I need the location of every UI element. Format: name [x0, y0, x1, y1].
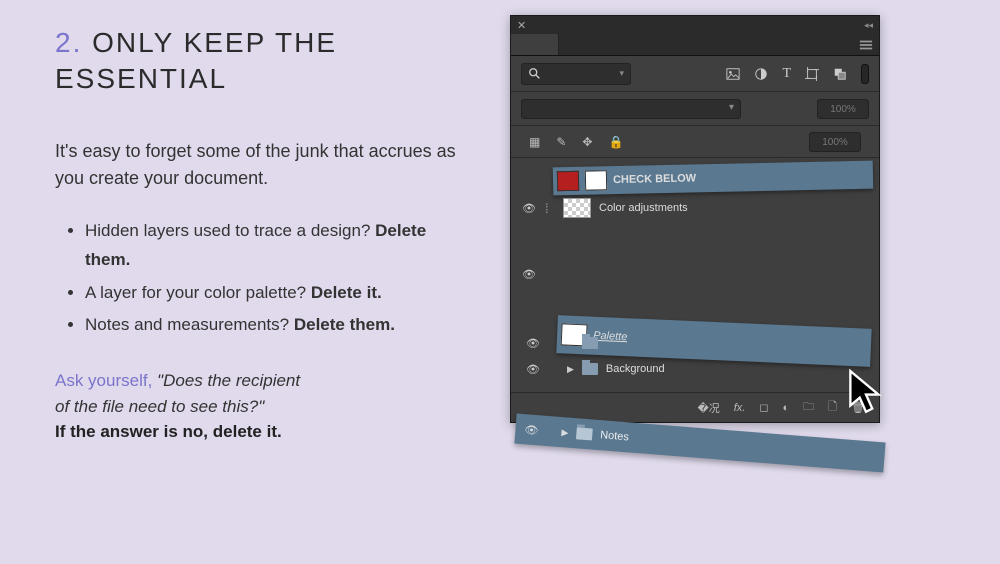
- expand-arrow-icon[interactable]: ▶: [567, 364, 574, 375]
- title-text: ONLY KEEP THE ESSENTIAL: [55, 27, 337, 94]
- adjustment-icon[interactable]: [754, 67, 768, 81]
- toolbar-row-2: 100%: [511, 92, 879, 126]
- layer-name: Notes: [600, 429, 630, 443]
- visibility-icon[interactable]: 👁: [521, 268, 537, 281]
- panel-tabs: [511, 34, 879, 56]
- smartobject-icon[interactable]: [833, 67, 847, 81]
- layer-color-swatch: [557, 171, 579, 191]
- panel-tab[interactable]: [511, 34, 559, 55]
- adjustment-layer-icon[interactable]: ◐: [783, 402, 790, 414]
- bullet-item: A layer for your color palette? Delete i…: [85, 279, 475, 308]
- visibility-icon[interactable]: 👁: [525, 363, 541, 376]
- visibility-icon[interactable]: 👁: [521, 202, 537, 215]
- ask-label: Ask yourself,: [55, 371, 157, 390]
- layer-search[interactable]: ▾: [521, 63, 631, 85]
- layer-mask-icon[interactable]: ◻: [759, 401, 768, 414]
- new-layer-icon[interactable]: 🗋: [828, 398, 837, 417]
- folder-icon: [576, 427, 593, 440]
- type-icon[interactable]: T: [782, 66, 791, 82]
- opacity-field[interactable]: 100%: [817, 99, 869, 119]
- bullet-item: Notes and measurements? Delete them.: [85, 311, 475, 340]
- fill-field[interactable]: 100%: [809, 132, 861, 152]
- toolbar-row-1: ▾ T: [511, 56, 879, 92]
- ask-answer: If the answer is no, delete it.: [55, 422, 282, 441]
- lock-all-icon[interactable]: 🔒: [608, 135, 623, 149]
- ask-block: Ask yourself, "Does the recipient of the…: [55, 368, 475, 445]
- visibility-icon[interactable]: 👁: [525, 337, 541, 350]
- crop-icon[interactable]: [805, 67, 819, 81]
- image-icon[interactable]: [726, 67, 740, 81]
- visibility-icon[interactable]: 👁: [523, 423, 540, 437]
- bullet-list: Hidden layers used to trace a design? De…: [55, 217, 475, 341]
- layer-name: Background: [606, 363, 665, 375]
- lock-brush-icon[interactable]: ✎: [556, 135, 566, 149]
- layer-list: CHECK BELOW 👁 ⁞ Color adjustments 👁 Pale…: [511, 158, 879, 392]
- layer-name: Palette: [593, 330, 628, 343]
- new-group-icon[interactable]: 🗀: [803, 398, 814, 417]
- panel-menu-icon[interactable]: ◂◂: [864, 20, 873, 31]
- layer-effects-icon[interactable]: fx.: [734, 402, 746, 414]
- layer-row-coloradj[interactable]: 👁 ⁞ Color adjustments: [521, 194, 869, 222]
- panel-options-icon[interactable]: [859, 38, 873, 52]
- title-number: 2.: [55, 27, 82, 58]
- folder-icon: [582, 337, 598, 349]
- lock-transparent-icon[interactable]: ▦: [529, 135, 540, 149]
- color-swatch[interactable]: [861, 64, 869, 84]
- lock-move-icon[interactable]: ✥: [582, 135, 592, 149]
- intro-paragraph: It's easy to forget some of the junk tha…: [55, 138, 475, 192]
- link-icon: ⁞: [545, 201, 555, 216]
- slide-title: 2. ONLY KEEP THE ESSENTIAL: [55, 25, 475, 98]
- layers-panel: ✕ ◂◂ ▾ T 100% ▦ ✎ ✥ 🔒 100%: [510, 15, 880, 423]
- expand-arrow-icon[interactable]: ▶: [561, 427, 569, 439]
- layer-name: CHECK BELOW: [613, 172, 696, 186]
- cursor-icon: [847, 368, 885, 418]
- panel-titlebar: ✕ ◂◂: [511, 16, 879, 34]
- blend-mode-dropdown[interactable]: [521, 99, 741, 119]
- layer-name: Color adjustments: [599, 202, 688, 214]
- link-layers-icon[interactable]: �况: [697, 400, 719, 416]
- layer-thumbnail: [585, 170, 607, 190]
- ask-quote: of the file need to see this?": [55, 397, 264, 416]
- layer-row-check[interactable]: CHECK BELOW: [553, 161, 874, 196]
- search-icon: [528, 67, 542, 81]
- close-icon[interactable]: ✕: [517, 19, 526, 32]
- layer-thumbnail: [563, 198, 591, 218]
- folder-icon: [582, 363, 598, 375]
- toolbar-row-3: ▦ ✎ ✥ 🔒 100%: [511, 126, 879, 158]
- bullet-item: Hidden layers used to trace a design? De…: [85, 217, 475, 275]
- ask-quote: "Does the recipient: [157, 371, 300, 390]
